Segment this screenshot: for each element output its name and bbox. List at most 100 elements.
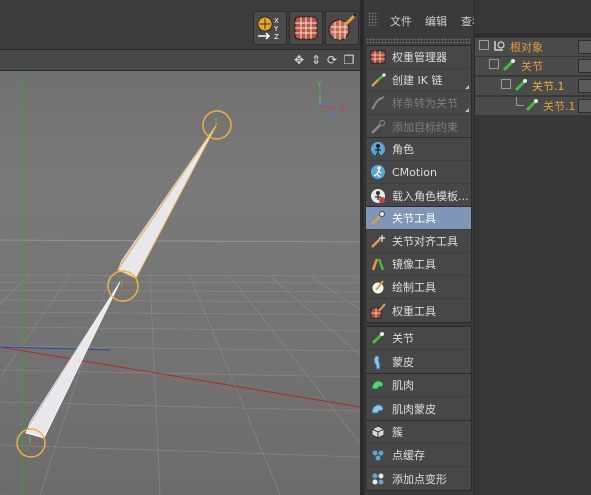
- mesh-button[interactable]: [289, 11, 323, 45]
- object-row-joint[interactable]: 关节: [475, 57, 591, 75]
- add-pose-morph-icon: [370, 471, 386, 487]
- load-character-template-icon: [370, 188, 386, 204]
- object-row-joint-1-child[interactable]: 关节.1: [475, 97, 591, 115]
- tool-button[interactable]: 镜像工具: [366, 253, 471, 276]
- weight-tool-icon: [370, 302, 386, 319]
- object-label: 关节: [521, 60, 543, 73]
- 3d-viewport[interactable]: ✥ ⇕ ⟳ ❐ Y X Z: [0, 50, 360, 495]
- tool-button[interactable]: 创建 IK 链: [366, 69, 471, 92]
- tool-label: 关节: [392, 332, 414, 345]
- top-toolbar: X Y Z: [0, 0, 362, 50]
- tool-label: 肌肉蒙皮: [392, 402, 436, 416]
- tool-button[interactable]: 蒙皮: [366, 350, 471, 373]
- tool-button[interactable]: 添加点变形: [366, 467, 471, 490]
- brush-mesh-button[interactable]: [325, 11, 359, 45]
- svg-text:Y: Y: [273, 25, 279, 33]
- joint-tool-icon: [370, 210, 386, 226]
- tool-button[interactable]: 载入角色模板...: [366, 184, 471, 207]
- character-icon: [370, 141, 386, 157]
- tool-label: 肌肉: [392, 379, 414, 392]
- tool-group: 角色 CMotion 载入角色模板...: [365, 137, 472, 208]
- tool-button[interactable]: 关节工具: [366, 207, 471, 230]
- null-object-icon: [492, 39, 506, 53]
- gizmo-x-label: X: [340, 104, 346, 113]
- tool-label: 载入角色模板...: [392, 189, 469, 203]
- object-label: 关节.1: [532, 80, 565, 93]
- muscle-skin-icon: [370, 401, 386, 417]
- gizmo-y-label: Y: [316, 80, 322, 89]
- menu-file[interactable]: 文件: [390, 13, 412, 29]
- tool-label: CMotion: [392, 165, 437, 179]
- object-row-root[interactable]: 根对象: [475, 38, 591, 56]
- object-manager: 根对象 关节 关节.1 关节.1: [474, 0, 591, 495]
- gizmo-z-label: Z: [328, 112, 334, 121]
- point-cache-icon: [370, 447, 386, 463]
- submenu-indicator-icon: [465, 85, 469, 89]
- tool-label: 关节对齐工具: [392, 235, 458, 248]
- tree-branch-icon: [479, 40, 489, 50]
- tool-label: 绘制工具: [392, 281, 436, 294]
- tool-button[interactable]: 肌肉: [366, 374, 471, 397]
- tree-line-icon: [516, 97, 524, 106]
- tool-button[interactable]: 权重工具: [366, 299, 471, 322]
- coordinate-system-button[interactable]: X Y Z: [253, 11, 287, 45]
- menu-grip-icon: [368, 12, 378, 26]
- tool-label: 点缓存: [392, 449, 425, 462]
- object-tag[interactable]: [578, 99, 591, 113]
- coordinate-system-icon: X Y Z: [257, 16, 279, 41]
- tool-button[interactable]: 簇: [366, 421, 471, 444]
- joint-icon: [525, 98, 539, 112]
- tool-button[interactable]: 肌肉蒙皮: [366, 397, 471, 420]
- tool-button: 样条转为关节: [366, 92, 471, 115]
- tool-label: 镜像工具: [392, 258, 436, 271]
- tree-branch-icon: [489, 59, 499, 69]
- tool-group: 关节 蒙皮: [365, 326, 472, 374]
- tool-label: 蒙皮: [392, 355, 414, 369]
- joint-align-tool-icon: [370, 233, 386, 249]
- tool-button[interactable]: 关节: [366, 327, 471, 350]
- joint-icon: [502, 58, 516, 72]
- object-manager-header: [475, 33, 591, 37]
- object-label: 根对象: [510, 41, 543, 54]
- tree-branch-icon: [501, 79, 511, 89]
- tool-button[interactable]: CMotion: [366, 161, 471, 184]
- spline-to-joints-icon: [370, 95, 386, 111]
- muscle-icon: [370, 377, 386, 393]
- tool-label: 关节工具: [392, 212, 436, 225]
- tool-button[interactable]: 点缓存: [366, 444, 471, 467]
- object-tag[interactable]: [578, 79, 591, 93]
- bone-lower[interactable]: [25, 281, 121, 439]
- object-tag[interactable]: [578, 40, 591, 54]
- skin-icon: [370, 354, 386, 370]
- cluster-icon: [370, 424, 386, 440]
- bone-upper[interactable]: [117, 123, 218, 279]
- tool-group: 关节工具关节对齐工具 镜像工具绘制工具权重工具: [365, 206, 472, 323]
- axis-gizmo: Y X Z: [316, 80, 346, 121]
- object-tag[interactable]: [578, 59, 591, 73]
- tool-label: 权重工具: [392, 304, 436, 318]
- tool-button[interactable]: 权重管理器: [366, 46, 471, 69]
- svg-text:Z: Z: [274, 33, 279, 41]
- object-label: 关节.1: [543, 100, 576, 113]
- create-ik-chain-icon: [370, 72, 386, 88]
- tool-button[interactable]: 角色: [366, 138, 471, 161]
- tool-group: 权重管理器创建 IK 链样条转为关节 添加目标约束: [365, 45, 472, 139]
- tool-group: 簇点缓存添加点变形: [365, 420, 472, 491]
- svg-text:X: X: [274, 17, 279, 25]
- mesh-grid-icon: [294, 16, 318, 40]
- joint-ring-top[interactable]: [202, 110, 232, 140]
- tool-button[interactable]: 绘制工具: [366, 276, 471, 299]
- tool-label: 角色: [392, 143, 414, 156]
- object-row-joint-1[interactable]: 关节.1: [475, 77, 591, 95]
- brush-mesh-icon: [328, 13, 357, 41]
- tool-label: 添加目标约束: [392, 120, 458, 134]
- joint-icon: [370, 330, 386, 346]
- weight-manager-icon: [370, 49, 386, 65]
- cmotion-icon: [370, 164, 386, 180]
- tool-button[interactable]: 关节对齐工具: [366, 230, 471, 253]
- palette-grip[interactable]: [366, 38, 470, 44]
- tool-label: 权重管理器: [392, 51, 447, 64]
- menu-edit[interactable]: 编辑: [425, 13, 447, 29]
- tool-label: 样条转为关节: [392, 97, 458, 110]
- tool-label: 添加点变形: [392, 472, 447, 486]
